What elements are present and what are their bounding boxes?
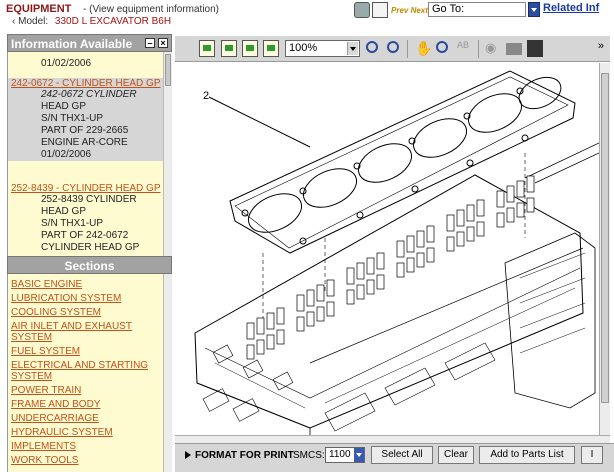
section-item-frame-body[interactable]: FRAME AND BODY (8, 399, 172, 410)
left-panel: Information Available – × 01/02/2006 242… (7, 34, 172, 472)
info-item-link[interactable]: 252-8439 - CYLINDER HEAD GP (8, 183, 172, 194)
page-next-icon[interactable] (263, 40, 279, 57)
toolbar-divider (407, 40, 408, 58)
zoom-value: 100% (289, 42, 318, 54)
cylinder-head-drawing: 2 (194, 70, 599, 435)
close-icon[interactable]: × (158, 38, 168, 48)
model-line: ‹ Model: 330D L EXCAVATOR B6H (12, 16, 171, 27)
smcs-select[interactable]: 1100 (325, 447, 365, 463)
section-item-implements[interactable]: IMPLEMENTS (8, 441, 172, 452)
viewer-toolbar: 100% ✋ AB ◉ » (175, 36, 610, 62)
goto-dropdown-arrow-icon[interactable] (528, 2, 540, 17)
document-icon[interactable] (372, 2, 388, 18)
select-all-button[interactable]: Select All (371, 446, 433, 464)
equipment-title: EQUIPMENT (6, 3, 72, 15)
info-item-detail: S/N THX1-UP (41, 113, 104, 124)
info-item-detail: S/N THX1-UP (41, 218, 104, 229)
smcs-value: 1100 (329, 449, 351, 460)
view-equipment-info[interactable]: - (View equipment information) (83, 4, 219, 15)
parts-drawing-viewport[interactable]: 2 (175, 63, 599, 435)
info-date: 01/02/2006 (41, 58, 92, 69)
callout-number: 2 (203, 90, 209, 102)
head-gasket-outline (229, 70, 576, 254)
section-item-undercarriage[interactable]: UNDERCARRIAGE (8, 413, 172, 424)
zoom-area-icon[interactable] (436, 41, 448, 53)
text-select-icon[interactable]: AB (457, 40, 473, 57)
related-info-link[interactable]: Related Inf (543, 2, 599, 14)
section-item-power-train[interactable]: POWER TRAIN (8, 385, 172, 396)
zoom-in-icon[interactable] (366, 41, 378, 53)
chevron-down-icon[interactable] (354, 448, 364, 462)
drawing-vertical-scrollbar[interactable] (599, 63, 610, 435)
info-item-detail: HEAD GP (41, 206, 87, 217)
info-item-detail: 252-8439 CYLINDER (41, 194, 137, 205)
pan-hand-icon[interactable]: ✋ (415, 40, 432, 57)
info-item-detail: PART OF 229-2665 (41, 125, 129, 136)
section-item-fuel[interactable]: FUEL SYSTEM (8, 346, 172, 357)
head-gasket-inner-edge (234, 76, 569, 249)
info-item-detail: HEAD GP (41, 101, 87, 112)
scrollbar-thumb[interactable] (601, 73, 609, 403)
section-item-hydraulic[interactable]: HYDRAULIC SYSTEM (8, 427, 172, 438)
sections-scrollbar[interactable] (163, 274, 172, 472)
print-icon[interactable] (506, 43, 522, 55)
prev-next-buttons[interactable]: Prev Next (391, 6, 428, 15)
model-label: Model: (18, 16, 49, 27)
header: EQUIPMENT - (View equipment information)… (0, 0, 614, 30)
bottom-action-bar: FORMAT FOR PRINT SMCS: 1100 Select All C… (175, 443, 614, 472)
section-item-air-inlet[interactable]: AIR INLET AND EXHAUST SYSTEM (8, 321, 143, 343)
page-icon[interactable] (199, 40, 215, 57)
info-item[interactable]: 242-0672 - CYLINDER HEAD GP 242-0672 CYL… (8, 78, 172, 161)
page-prev-icon[interactable] (242, 40, 258, 57)
section-item-work-tools[interactable]: WORK TOOLS (8, 455, 172, 466)
toolbar-more-icon[interactable]: » (598, 40, 604, 52)
scrollbar-thumb[interactable] (165, 54, 171, 86)
zoom-select[interactable]: 100% (285, 40, 360, 57)
chevron-down-icon[interactable] (347, 42, 358, 55)
toolbar-divider (478, 40, 479, 58)
section-item-cooling[interactable]: COOLING SYSTEM (8, 307, 172, 318)
section-item-electrical[interactable]: ELECTRICAL AND STARTING SYSTEM (8, 360, 156, 382)
back-arrow-icon[interactable]: ‹ (12, 16, 15, 27)
add-to-parts-list-button[interactable]: Add to Parts List (479, 446, 575, 464)
minimize-icon[interactable]: – (145, 38, 155, 48)
gasket-bore-4 (413, 118, 467, 158)
sections-header: Sections (7, 256, 172, 274)
callout-leader-line (208, 96, 311, 148)
clear-button[interactable]: Clear (438, 446, 474, 464)
camera-icon[interactable] (354, 2, 370, 18)
gasket-bore-1 (248, 193, 302, 233)
find-icon[interactable]: ◉ (485, 40, 501, 57)
valve-springs (246, 175, 535, 360)
sections-list: BASIC ENGINE LUBRICATION SYSTEM COOLING … (7, 274, 172, 472)
gasket-bore-5 (468, 93, 522, 133)
more-button[interactable]: I (581, 446, 603, 464)
section-item-basic-engine[interactable]: BASIC ENGINE (8, 279, 172, 290)
info-item-detail: 01/02/2006 (41, 149, 92, 160)
info-item-detail: 242-0672 CYLINDER (41, 89, 137, 100)
section-item-lubrication[interactable]: LUBRICATION SYSTEM (8, 293, 172, 304)
format-for-print-link[interactable]: FORMAT FOR PRINT (185, 450, 294, 461)
page-text-icon[interactable] (221, 40, 237, 57)
drawing-horizontal-scrollbar[interactable] (175, 435, 610, 443)
manifold-side (504, 232, 596, 409)
gasket-bore-2 (303, 168, 357, 208)
smcs-label: SMCS: (293, 450, 325, 461)
info-scrollbar[interactable] (163, 52, 172, 267)
model-value: 330D L EXCAVATOR B6H (54, 16, 172, 27)
info-item-link[interactable]: 242-0672 - CYLINDER HEAD GP (8, 78, 172, 89)
gasket-bore-3 (358, 143, 412, 183)
info-item-detail: PART OF 242-0672 (41, 230, 129, 241)
info-available-title: Information Available (11, 37, 133, 51)
info-available-header: Information Available – × (7, 34, 172, 52)
info-item-detail: ENGINE AR-CORE (41, 137, 128, 148)
save-icon[interactable] (527, 40, 543, 57)
info-available-list[interactable]: 01/02/2006 242-0672 - CYLINDER HEAD GP 2… (7, 52, 172, 267)
zoom-out-icon[interactable] (387, 41, 399, 53)
info-item-detail: CYLINDER HEAD GP (41, 242, 140, 253)
goto-select[interactable]: Go To: (428, 2, 526, 17)
view-equipment-link[interactable]: (View equipment information) (89, 4, 219, 15)
info-item[interactable]: 252-8439 - CYLINDER HEAD GP 252-8439 CYL… (8, 183, 172, 254)
